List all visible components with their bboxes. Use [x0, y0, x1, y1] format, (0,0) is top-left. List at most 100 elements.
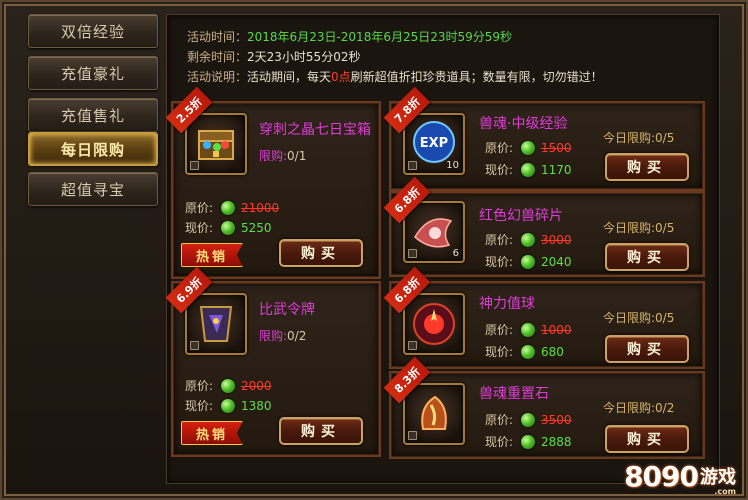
cur-price-value: 5250 — [241, 220, 272, 235]
limit-text: 限购:0/1 — [259, 147, 306, 164]
cur-price-value: 2888 — [541, 434, 572, 449]
item-card: 6 6.8折 红色幻兽碎片 原价: 3000 现价: 2040 今日限购:0/5 购… — [383, 176, 705, 277]
today-limit-text: 今日限购:0/2 — [603, 399, 674, 416]
hot-badge: 热销 — [181, 421, 243, 445]
gem-icon — [521, 434, 535, 449]
cur-price-row: 现价: 2040 — [485, 253, 572, 270]
sidebar-tab-daily-limit[interactable]: 每日限购 — [28, 132, 158, 166]
item-card: 2.5折 穿刺之晶七日宝箱 限购:0/1 原价: 21000 现价: 5250 热销… — [165, 86, 381, 279]
cur-price-row: 现价: 1170 — [485, 161, 572, 178]
gem-icon — [221, 220, 235, 235]
today-limit-value: 0/5 — [655, 221, 675, 235]
remain-time-value: 2天23小时55分02秒 — [247, 50, 361, 64]
buy-button[interactable]: 购买 — [279, 417, 363, 445]
orig-price-row: 原价: 1000 — [485, 321, 572, 338]
cur-price-label: 现价: — [185, 399, 214, 413]
lock-icon — [190, 161, 199, 170]
event-time-value: 2018年6月23日-2018年6月25日23时59分59秒 — [247, 30, 513, 44]
event-info: 活动时间：2018年6月23日-2018年6月25日23时59分59秒 剩余时间… — [187, 27, 603, 87]
cur-price-label: 现价: — [485, 163, 514, 177]
logo-number: 8090 — [624, 459, 699, 493]
sidebar-tab-recharge-gift[interactable]: 充值豪礼 — [28, 56, 158, 90]
remain-time-label: 剩余时间： — [187, 50, 248, 64]
buy-button[interactable]: 购买 — [605, 425, 689, 453]
cur-price-value: 2040 — [541, 254, 572, 269]
item-name[interactable]: 比武令牌 — [259, 299, 315, 319]
cur-price-label: 现价: — [485, 255, 514, 269]
cur-price-value: 680 — [541, 344, 564, 359]
orig-price-label: 原价: — [185, 379, 214, 393]
item-name[interactable]: 兽魂重置石 — [479, 383, 549, 403]
token-icon[interactable] — [185, 293, 247, 355]
buy-button[interactable]: 购买 — [605, 335, 689, 363]
today-limit-label: 今日限购: — [603, 311, 656, 325]
item-card: 8.3折 兽魂重置石 原价: 3500 现价: 2888 今日限购:0/2 购买 — [383, 356, 705, 459]
cur-price-row: 现价: 1380 — [185, 397, 272, 414]
cur-price-label: 现价: — [485, 345, 514, 359]
gem-icon — [521, 322, 535, 337]
power-orb-icon[interactable] — [403, 293, 465, 355]
item-quantity: 6 — [452, 248, 459, 259]
orig-price-value: 1000 — [541, 322, 572, 337]
logo-sub: .com — [714, 487, 736, 496]
cur-price-value: 1170 — [541, 162, 572, 177]
buy-button[interactable]: 购买 — [605, 243, 689, 271]
site-logo: 8090 游戏 .com — [616, 458, 736, 497]
event-time-row: 活动时间：2018年6月23日-2018年6月25日23时59分59秒 — [187, 27, 603, 47]
orig-price-label: 原价: — [185, 201, 214, 215]
orig-price-value: 3500 — [541, 412, 572, 427]
today-limit-value: 0/2 — [655, 401, 675, 415]
cur-price-label: 现价: — [185, 221, 214, 235]
item-card: 6.9折 比武令牌 限购:0/2 原价: 2000 现价: 1380 热销 购买 — [165, 266, 381, 457]
limit-label: 限购: — [259, 149, 288, 163]
reset-stone-icon[interactable] — [403, 383, 465, 445]
buy-button[interactable]: 购买 — [279, 239, 363, 267]
sidebar-tab-treasure-hunt[interactable]: 超值寻宝 — [28, 172, 158, 206]
orig-price-label: 原价: — [485, 141, 514, 155]
event-desc-highlight: 0点 — [331, 70, 351, 84]
event-time-label: 活动时间： — [187, 30, 248, 44]
today-limit-value: 0/5 — [655, 131, 675, 145]
gem-icon — [221, 378, 235, 393]
lock-icon — [408, 431, 417, 440]
exp-orb-icon[interactable]: EXP 10 — [403, 113, 465, 175]
today-limit-label: 今日限购: — [603, 401, 656, 415]
treasure-chest-icon[interactable] — [185, 113, 247, 175]
svg-text:EXP: EXP — [420, 136, 448, 151]
gem-icon — [521, 412, 535, 427]
orig-price-label: 原价: — [485, 323, 514, 337]
buy-button[interactable]: 购买 — [605, 153, 689, 181]
item-card: EXP 10 7.8折 兽魂·中级经验 原价: 1500 现价: 1170 今日限购… — [383, 86, 705, 191]
orig-price-row: 原价: 1500 — [485, 139, 572, 156]
today-limit-text: 今日限购:0/5 — [603, 309, 674, 326]
cur-price-row: 现价: 680 — [485, 343, 564, 360]
item-name[interactable]: 神力值球 — [479, 293, 535, 313]
limit-text: 限购:0/2 — [259, 327, 306, 344]
item-name[interactable]: 红色幻兽碎片 — [479, 205, 563, 225]
beast-shard-icon[interactable]: 6 — [403, 201, 465, 263]
orig-price-value: 21000 — [241, 200, 280, 215]
today-limit-value: 0/5 — [655, 311, 675, 325]
lock-icon — [408, 161, 417, 170]
hot-badge: 热销 — [181, 243, 243, 267]
limit-value: 0/2 — [287, 329, 307, 343]
limit-value: 0/1 — [287, 149, 307, 163]
gem-icon — [221, 200, 235, 215]
gem-icon — [521, 162, 535, 177]
lock-icon — [408, 249, 417, 258]
event-desc-row: 活动说明：活动期间，每天0点刷新超值折扣珍贵道具；数量有限，切勿错过！ — [187, 67, 603, 87]
limit-label: 限购: — [259, 329, 288, 343]
sidebar-tab-double-exp[interactable]: 双倍经验 — [28, 14, 158, 48]
logo-text: 游戏 — [700, 467, 736, 488]
today-limit-label: 今日限购: — [603, 131, 656, 145]
lock-icon — [190, 341, 199, 350]
main-panel: 活动时间：2018年6月23日-2018年6月25日23时59分59秒 剩余时间… — [165, 14, 720, 484]
item-name[interactable]: 兽魂·中级经验 — [479, 113, 567, 133]
event-desc-label: 活动说明： — [187, 70, 248, 84]
orig-price-row: 原价: 21000 — [185, 199, 279, 216]
today-limit-text: 今日限购:0/5 — [603, 129, 674, 146]
item-quantity: 10 — [446, 160, 459, 171]
sidebar: 双倍经验 充值豪礼 充值售礼 每日限购 超值寻宝 — [18, 10, 158, 480]
sidebar-tab-recharge-sale[interactable]: 充值售礼 — [28, 98, 158, 132]
item-name[interactable]: 穿刺之晶七日宝箱 — [259, 119, 371, 139]
